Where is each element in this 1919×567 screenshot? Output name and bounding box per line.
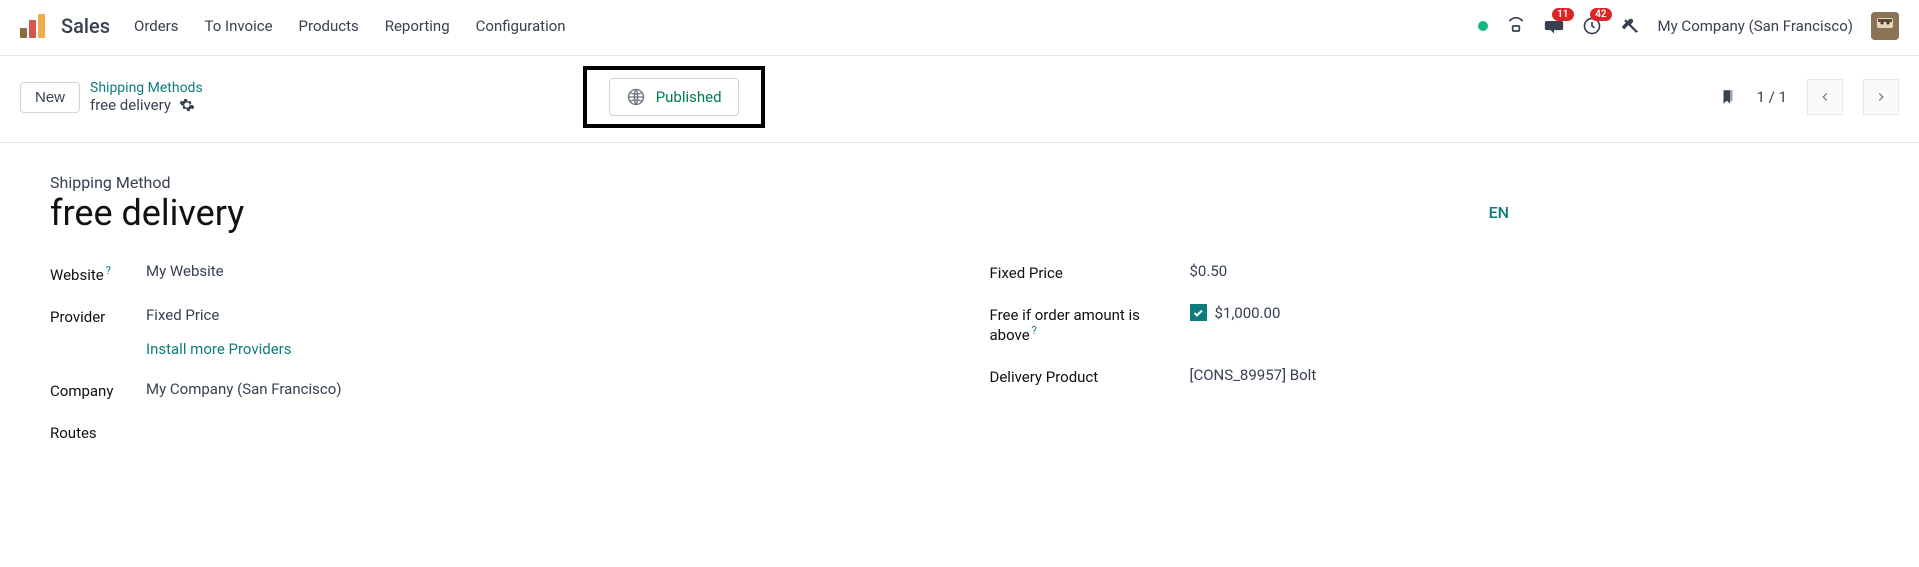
free-if-value[interactable]: $1,000.00 [1215,304,1281,322]
highlight-box: Published [583,66,765,128]
messages-icon[interactable]: 11 [1544,16,1564,36]
free-if-label: Free if order amount is above? [990,304,1190,344]
delivery-product-label: Delivery Product [990,366,1190,386]
topbar-right: 11 42 My Company (San Francisco) [1478,12,1899,40]
globe-icon [626,87,646,107]
app-name[interactable]: Sales [61,14,110,38]
published-button[interactable]: Published [609,78,739,116]
nav-configuration[interactable]: Configuration [476,17,566,35]
tools-icon[interactable] [1620,16,1640,36]
activities-badge: 42 [1590,8,1611,21]
pager-prev[interactable] [1807,79,1843,115]
website-label: Website? [50,262,146,284]
nav-reporting[interactable]: Reporting [385,17,450,35]
lang-badge[interactable]: EN [1489,203,1509,222]
nav-menu: Orders To Invoice Products Reporting Con… [134,17,566,35]
section-label: Shipping Method [50,173,1489,192]
provider-value[interactable]: Fixed Price [146,306,292,324]
help-icon[interactable]: ? [1032,324,1037,337]
right-column: Fixed Price $0.50 Free if order amount i… [990,262,1870,464]
provider-label: Provider [50,306,146,326]
website-value[interactable]: My Website [146,262,224,280]
connection-status-dot [1478,21,1488,31]
user-avatar[interactable] [1871,12,1899,40]
breadcrumb: Shipping Methods free delivery [90,80,203,114]
control-panel: New Shipping Methods free delivery Publi… [0,56,1919,143]
nav-products[interactable]: Products [299,17,359,35]
published-label: Published [656,88,722,106]
nav-to-invoice[interactable]: To Invoice [205,17,273,35]
company-value[interactable]: My Company (San Francisco) [146,380,341,398]
free-if-checkbox[interactable] [1190,304,1207,321]
pager-next[interactable] [1863,79,1899,115]
company-label: Company [50,380,146,400]
routes-label: Routes [50,422,146,442]
gear-icon[interactable] [179,97,195,113]
phone-icon[interactable] [1506,16,1526,36]
subbar-right: 1 / 1 [1719,79,1900,115]
help-icon[interactable]: ? [106,264,111,277]
app-logo [20,14,47,38]
left-column: Website? My Website Provider Fixed Price… [50,262,930,464]
company-selector[interactable]: My Company (San Francisco) [1658,17,1853,35]
form-content: Shipping Method free delivery EN Website… [0,143,1919,494]
activities-icon[interactable]: 42 [1582,16,1602,36]
delivery-product-value[interactable]: [CONS_89957] Bolt [1190,366,1317,384]
breadcrumb-parent[interactable]: Shipping Methods [90,80,203,96]
install-more-providers-link[interactable]: Install more Providers [146,340,292,358]
title-field[interactable]: free delivery [50,194,1489,234]
messages-badge: 11 [1552,8,1573,21]
breadcrumb-current: free delivery [90,96,171,114]
pager-text: 1 / 1 [1757,88,1788,106]
nav-orders[interactable]: Orders [134,17,179,35]
fixed-price-label: Fixed Price [990,262,1190,282]
bookmark-icon[interactable] [1719,87,1737,107]
new-button[interactable]: New [20,82,80,113]
top-navbar: Sales Orders To Invoice Products Reporti… [0,0,1919,56]
fixed-price-value[interactable]: $0.50 [1190,262,1228,280]
